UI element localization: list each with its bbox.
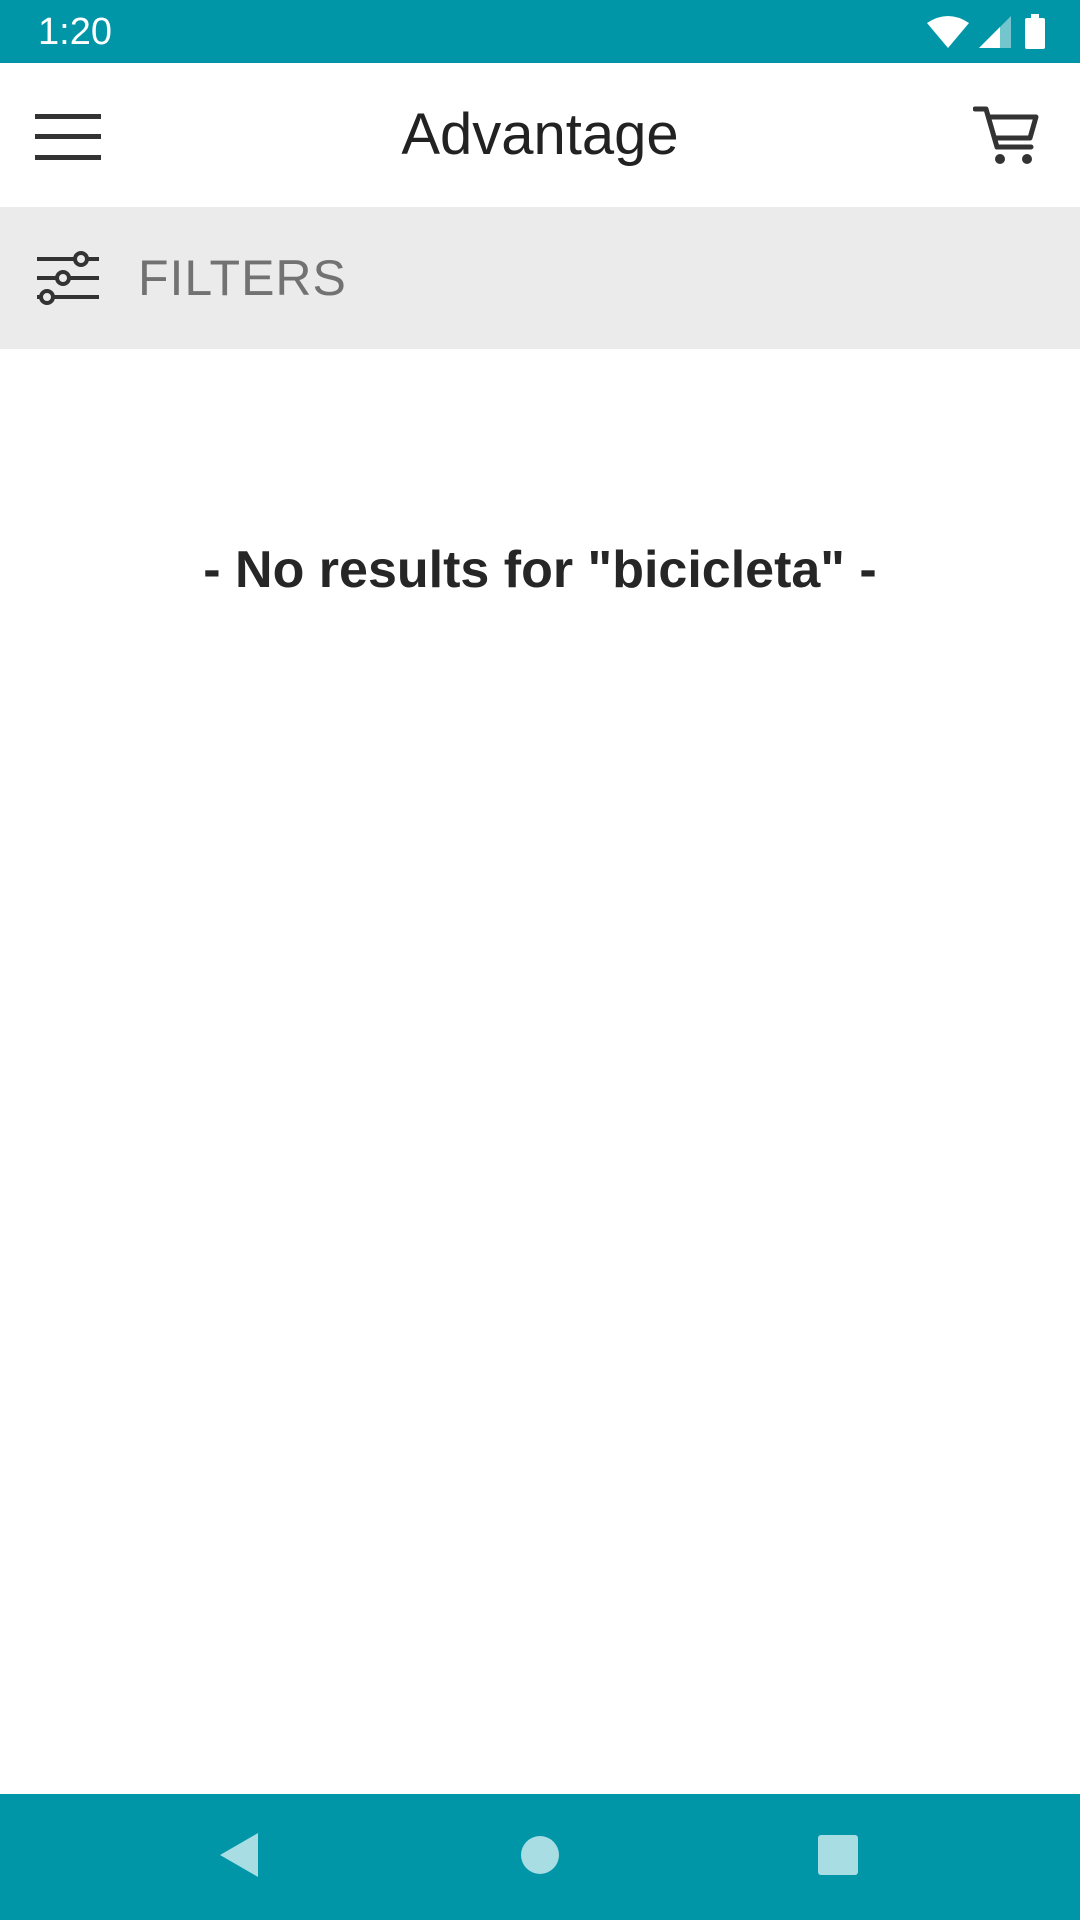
cart-button[interactable] [958, 93, 1054, 183]
back-button[interactable] [204, 1822, 274, 1892]
home-button[interactable] [505, 1822, 575, 1892]
recents-icon [817, 1834, 859, 1881]
status-time: 1:20 [38, 11, 112, 53]
cell-signal-icon [978, 15, 1012, 49]
status-icons [926, 12, 1046, 52]
back-icon [217, 1830, 261, 1885]
filters-label: FILTERS [138, 250, 347, 306]
recents-button[interactable] [803, 1822, 873, 1892]
battery-icon [1024, 14, 1046, 50]
status-bar: 1:20 [0, 0, 1080, 63]
no-results-message: - No results for "bicicleta" - [203, 541, 877, 599]
navigation-bar [0, 1794, 1080, 1920]
home-icon [520, 1835, 560, 1880]
shopping-cart-icon [972, 105, 1039, 172]
sliders-icon [34, 248, 102, 308]
wifi-icon [926, 15, 970, 49]
app-title: Advantage [401, 102, 679, 167]
app-bar: Advantage [0, 63, 1080, 207]
filters-bar[interactable]: FILTERS [0, 207, 1080, 349]
